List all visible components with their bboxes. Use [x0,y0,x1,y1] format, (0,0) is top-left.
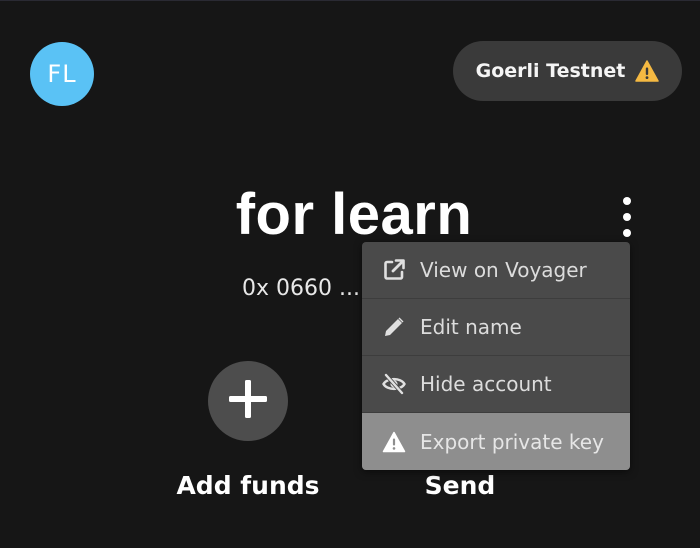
more-options-icon[interactable] [614,197,640,237]
avatar-initials: FL [47,60,77,88]
menu-item-label: Export private key [420,429,604,454]
add-funds-action[interactable]: Add funds [168,361,328,500]
warning-icon [382,430,406,454]
add-funds-label: Add funds [176,471,320,500]
plus-icon [227,378,269,424]
eye-slash-icon [382,372,406,396]
add-funds-button[interactable] [208,361,288,441]
external-link-icon [382,258,406,282]
menu-item-view-on-voyager[interactable]: View on Voyager [362,242,630,299]
avatar[interactable]: FL [30,42,94,106]
pencil-icon [382,315,406,339]
wallet-home-screen: FL Goerli Testnet for learn 0x 0660 ... [0,0,700,548]
network-label: Goerli Testnet [475,60,626,82]
menu-item-hide-account[interactable]: Hide account [362,356,630,413]
account-options-menu: View on Voyager Edit name Hide account E… [362,242,630,470]
menu-item-export-private-key[interactable]: Export private key [362,413,630,470]
send-label: Send [424,471,496,500]
menu-item-label: Edit name [420,315,522,339]
warning-icon [635,60,660,82]
menu-item-label: View on Voyager [420,258,587,282]
account-name: for learn [235,182,473,247]
menu-item-edit-name[interactable]: Edit name [362,299,630,356]
account-address[interactable]: 0x 0660 ... [242,276,360,301]
menu-item-label: Hide account [420,372,552,396]
network-selector[interactable]: Goerli Testnet [453,41,682,101]
